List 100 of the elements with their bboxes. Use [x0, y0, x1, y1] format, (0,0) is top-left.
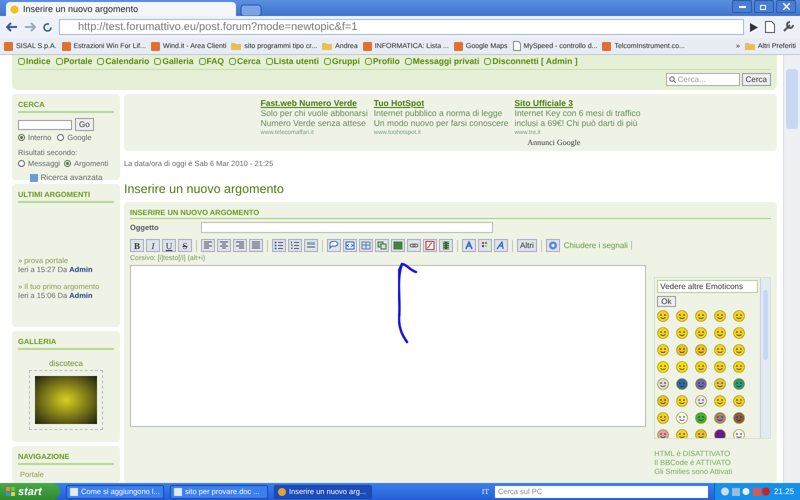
smiley-icon[interactable] — [714, 361, 726, 373]
subject-field[interactable] — [201, 222, 493, 233]
smiley-icon[interactable] — [733, 378, 746, 390]
nav-link[interactable]: Messaggi privati — [404, 56, 480, 66]
toolbar-button[interactable] — [343, 239, 357, 252]
smiley-icon[interactable] — [657, 429, 670, 438]
smiley-icon[interactable] — [733, 361, 746, 373]
toolbar-button[interactable] — [462, 239, 476, 252]
toolbar-button[interactable] — [407, 239, 421, 252]
page-menu-icon[interactable] — [764, 21, 776, 33]
smiley-icon[interactable] — [714, 429, 726, 438]
smiley-icon[interactable] — [733, 429, 746, 438]
format-button[interactable]: I — [146, 239, 160, 252]
toolbar-button[interactable] — [288, 239, 302, 252]
format-button[interactable]: Altri — [517, 239, 537, 252]
smiley-icon[interactable] — [657, 395, 670, 407]
smiley-icon[interactable] — [695, 378, 708, 390]
advanced-search-link[interactable]: Ricerca avanzata — [18, 173, 114, 182]
smiley-icon[interactable] — [695, 361, 708, 373]
smiley-icon[interactable] — [714, 310, 726, 322]
smiley-icon[interactable] — [676, 395, 688, 407]
back-arrow-icon[interactable] — [6, 22, 18, 32]
minimize-button[interactable] — [732, 0, 752, 13]
smiley-icon[interactable] — [733, 310, 746, 322]
smiley-icon[interactable] — [676, 310, 688, 322]
smiley-icon[interactable] — [676, 361, 688, 373]
toolbar-button[interactable] — [478, 239, 492, 252]
toolbar-button[interactable] — [272, 239, 286, 252]
wrench-icon[interactable] — [782, 21, 794, 33]
nav-link[interactable]: Disconnetti [ Admin ] — [484, 56, 578, 66]
smiley-icon[interactable] — [676, 327, 688, 339]
nav-link[interactable]: Calendario — [97, 56, 150, 66]
smiley-icon[interactable] — [695, 429, 708, 438]
smiley-icon[interactable] — [657, 361, 670, 373]
ad-title[interactable]: Sito Ufficiale 3 — [514, 98, 640, 108]
scrollbar[interactable] — [783, 55, 800, 483]
smiley-icon[interactable] — [676, 378, 688, 390]
smiley-icon[interactable] — [657, 412, 670, 424]
smiley-icon[interactable] — [695, 395, 708, 407]
smiley-icon[interactable] — [714, 344, 726, 356]
format-button[interactable]: S — [178, 239, 192, 252]
smiley-icon[interactable] — [733, 327, 746, 339]
close-button[interactable] — [776, 0, 796, 13]
ad-title[interactable]: Fast.web Numero Verde — [260, 98, 368, 108]
toolbar-button[interactable] — [359, 239, 373, 252]
toolbar-button[interactable] — [494, 239, 508, 252]
start-button[interactable]: start — [0, 483, 60, 500]
nav-link[interactable]: Cerca — [229, 56, 261, 66]
smiley-icon[interactable] — [676, 429, 688, 438]
reload-icon[interactable] — [42, 22, 53, 32]
scrollbar[interactable] — [760, 278, 770, 438]
smiley-icon[interactable] — [657, 344, 670, 356]
browser-tab[interactable]: Inserire un nuovo argomento — [6, 2, 236, 16]
smiley-icon[interactable] — [733, 412, 746, 424]
search-field[interactable] — [18, 120, 72, 130]
smiley-icon[interactable] — [676, 344, 688, 356]
smiley-icon[interactable] — [695, 327, 708, 339]
smiley-icon[interactable] — [657, 327, 670, 339]
smiley-icon[interactable] — [695, 310, 708, 322]
toolbar-button[interactable] — [423, 239, 437, 252]
nav-link[interactable]: Gruppi — [324, 56, 360, 66]
smiley-icon[interactable] — [714, 327, 726, 339]
smiley-icon[interactable] — [733, 344, 746, 356]
toolbar-button[interactable] — [201, 239, 215, 252]
smiley-icon[interactable] — [676, 412, 688, 424]
close-tags-link[interactable]: Chiudere i segnali — [564, 241, 632, 250]
smiley-icon[interactable] — [714, 412, 726, 424]
nav-link[interactable]: Lista utenti — [266, 56, 319, 66]
nav-link[interactable]: Portale — [56, 56, 92, 66]
restore-button[interactable] — [754, 0, 774, 13]
address-field[interactable]: http://test.forumattivo.eu/post.forum?mode=newtopic&f=1 — [59, 19, 744, 35]
format-button[interactable]: U — [162, 239, 176, 252]
toolbar-button[interactable] — [391, 239, 405, 252]
smiley-icon[interactable] — [714, 395, 726, 407]
nav-link[interactable]: FAQ — [198, 56, 224, 66]
toolbar-button[interactable] — [217, 239, 231, 252]
toolbar-button[interactable] — [439, 239, 453, 252]
play-icon[interactable] — [750, 22, 758, 32]
smiley-icon[interactable] — [657, 310, 670, 322]
toolbar-button[interactable] — [249, 239, 263, 252]
search-button[interactable]: Cerca — [742, 73, 771, 86]
ad-title[interactable]: Tuo HotSpot — [374, 98, 508, 108]
toolbar-button[interactable] — [327, 239, 341, 252]
smiley-icon[interactable] — [695, 412, 708, 424]
toolbar-button[interactable] — [233, 239, 247, 252]
smiley-icon[interactable] — [657, 378, 670, 390]
go-button[interactable]: Go — [75, 118, 94, 131]
toolbar-button[interactable] — [375, 239, 389, 252]
toolbar-button[interactable] — [546, 239, 560, 252]
emoticon-select[interactable]: Vedere altre Emoticons — [657, 280, 758, 293]
new-tab-icon[interactable] — [240, 4, 262, 16]
nav-link[interactable]: Profilo — [364, 56, 400, 66]
nav-link[interactable]: Galleria — [154, 56, 194, 66]
smiley-icon[interactable] — [733, 395, 746, 407]
toolbar-button[interactable] — [304, 239, 318, 252]
nav-link[interactable]: Indice — [18, 56, 51, 66]
message-field[interactable] — [130, 265, 646, 427]
search-field[interactable]: Cerca... — [666, 73, 740, 86]
ok-button[interactable]: Ok — [657, 296, 676, 307]
smiley-icon[interactable] — [714, 378, 726, 390]
